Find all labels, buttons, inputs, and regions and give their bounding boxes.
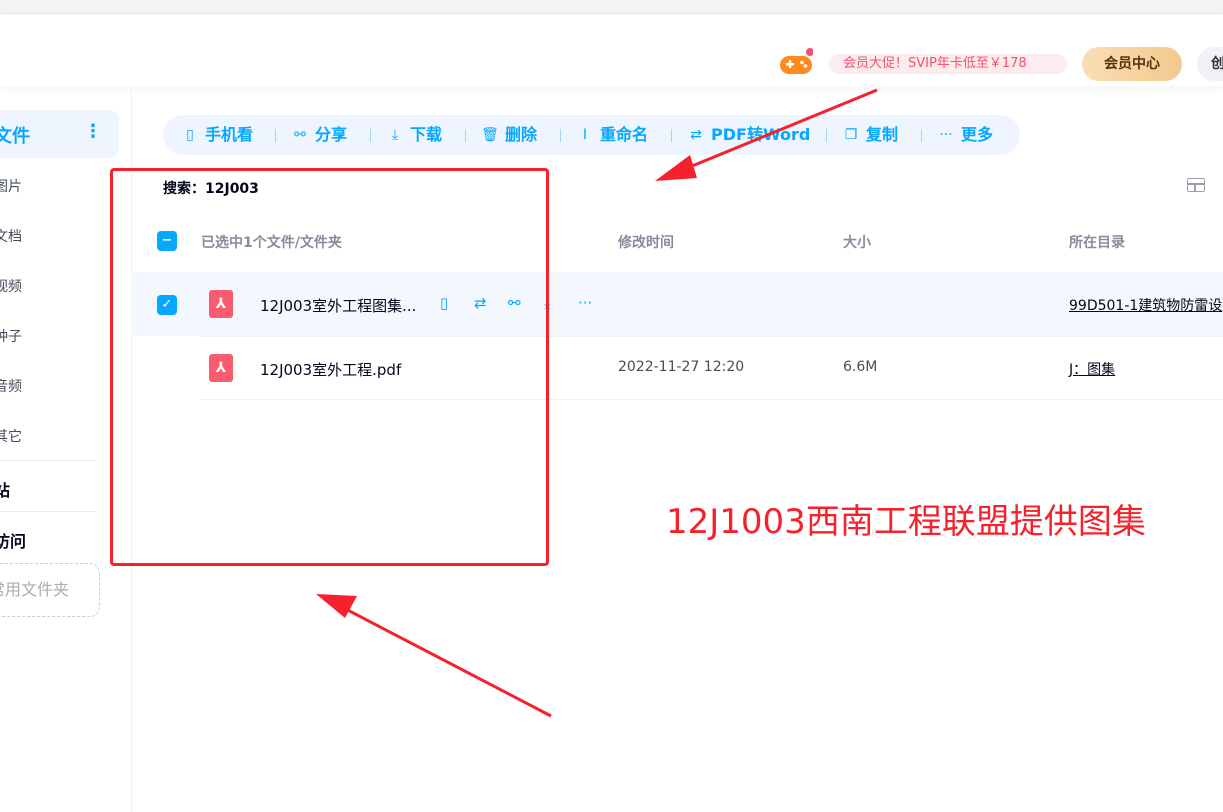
copy-icon: ❐ bbox=[844, 127, 858, 143]
pdf-to-word-button[interactable]: ⇄ PDF转Word bbox=[687, 115, 810, 155]
toolbar-separator bbox=[370, 129, 371, 142]
red-highlight-box bbox=[110, 168, 549, 566]
top-header: 会员大促！SVIP年卡低至￥178 会员中心 创 bbox=[0, 14, 1223, 86]
sidebar-item-other[interactable]: 其它 bbox=[0, 426, 22, 446]
more-button[interactable]: ··· 更多 bbox=[937, 115, 993, 155]
delete-button[interactable]: 🗑 删除 bbox=[481, 115, 537, 155]
column-header-directory[interactable]: 所在目录 bbox=[1069, 232, 1125, 252]
download-icon: ⤓ bbox=[391, 127, 399, 143]
red-arrow-icon bbox=[316, 594, 552, 718]
convert-icon: ⇄ bbox=[690, 127, 702, 143]
phone-view-button[interactable]: ▯ 手机看 bbox=[181, 115, 253, 155]
trash-icon: 🗑 bbox=[481, 127, 499, 143]
create-button[interactable]: 创 bbox=[1197, 47, 1223, 81]
more-icon: ··· bbox=[939, 127, 953, 143]
sidebar-item-label: 文件 bbox=[0, 126, 30, 147]
download-button[interactable]: ⤓ 下载 bbox=[386, 115, 442, 155]
rename-button[interactable]: Ⅰ 重命名 bbox=[576, 115, 648, 155]
column-header-size[interactable]: 大小 bbox=[843, 232, 871, 252]
window-top-strip bbox=[0, 0, 1223, 14]
vip-center-button[interactable]: 会员中心 bbox=[1082, 47, 1182, 81]
file-size: 6.6M bbox=[843, 359, 878, 375]
rename-icon: Ⅰ bbox=[582, 127, 588, 143]
more-icon[interactable]: ··· bbox=[578, 294, 592, 312]
toolbar-separator bbox=[826, 129, 827, 142]
toolbar-separator bbox=[275, 129, 276, 142]
modified-time: 2022-11-27 12:20 bbox=[618, 359, 745, 375]
sidebar-item-audio[interactable]: 音频 bbox=[0, 376, 22, 396]
sidebar-section-recent[interactable]: 访问 bbox=[0, 528, 26, 552]
toolbar-separator bbox=[560, 129, 561, 142]
sidebar-item-images[interactable]: 图片 bbox=[0, 176, 22, 196]
sidebar-item-files[interactable]: 文件 ⋮ bbox=[0, 110, 119, 158]
share-button[interactable]: ⚯ 分享 bbox=[291, 115, 347, 155]
grid-view-icon[interactable] bbox=[1187, 178, 1205, 192]
sidebar-section-station[interactable]: 站 bbox=[0, 477, 10, 501]
sidebar-item-docs[interactable]: 文档 bbox=[0, 226, 22, 246]
directory-link[interactable]: J：图集 bbox=[1069, 359, 1115, 379]
phone-icon: ▯ bbox=[186, 127, 194, 143]
sidebar-divider bbox=[0, 460, 96, 461]
annotation-text: 12J1003西南工程联盟提供图集 bbox=[666, 502, 1146, 542]
toolbar-separator bbox=[465, 129, 466, 142]
directory-link[interactable]: 99D501-1建筑物防雷设 bbox=[1069, 295, 1222, 315]
share-icon: ⚯ bbox=[294, 127, 306, 143]
toolbar-separator bbox=[671, 129, 672, 142]
more-vertical-icon[interactable]: ⋮ bbox=[84, 121, 102, 142]
promo-banner[interactable]: 会员大促！SVIP年卡低至￥178 bbox=[829, 54, 1067, 74]
copy-button[interactable]: ❐ 复制 bbox=[842, 115, 898, 155]
sidebar-divider bbox=[0, 511, 96, 512]
add-common-folder-button[interactable]: 常用文件夹 bbox=[0, 563, 100, 617]
sidebar-item-torrents[interactable]: 种子 bbox=[0, 326, 22, 346]
selection-toolbar: ▯ 手机看 ⚯ 分享 ⤓ 下载 🗑 删除 Ⅰ 重命名 ⇄ PDF转Word ❐ 复制 ··· 更… bbox=[163, 115, 1020, 155]
toolbar-separator bbox=[921, 129, 922, 142]
game-controller-icon[interactable] bbox=[779, 48, 813, 78]
sidebar-item-videos[interactable]: 视频 bbox=[0, 276, 22, 296]
column-header-modified[interactable]: 修改时间 bbox=[618, 232, 674, 252]
